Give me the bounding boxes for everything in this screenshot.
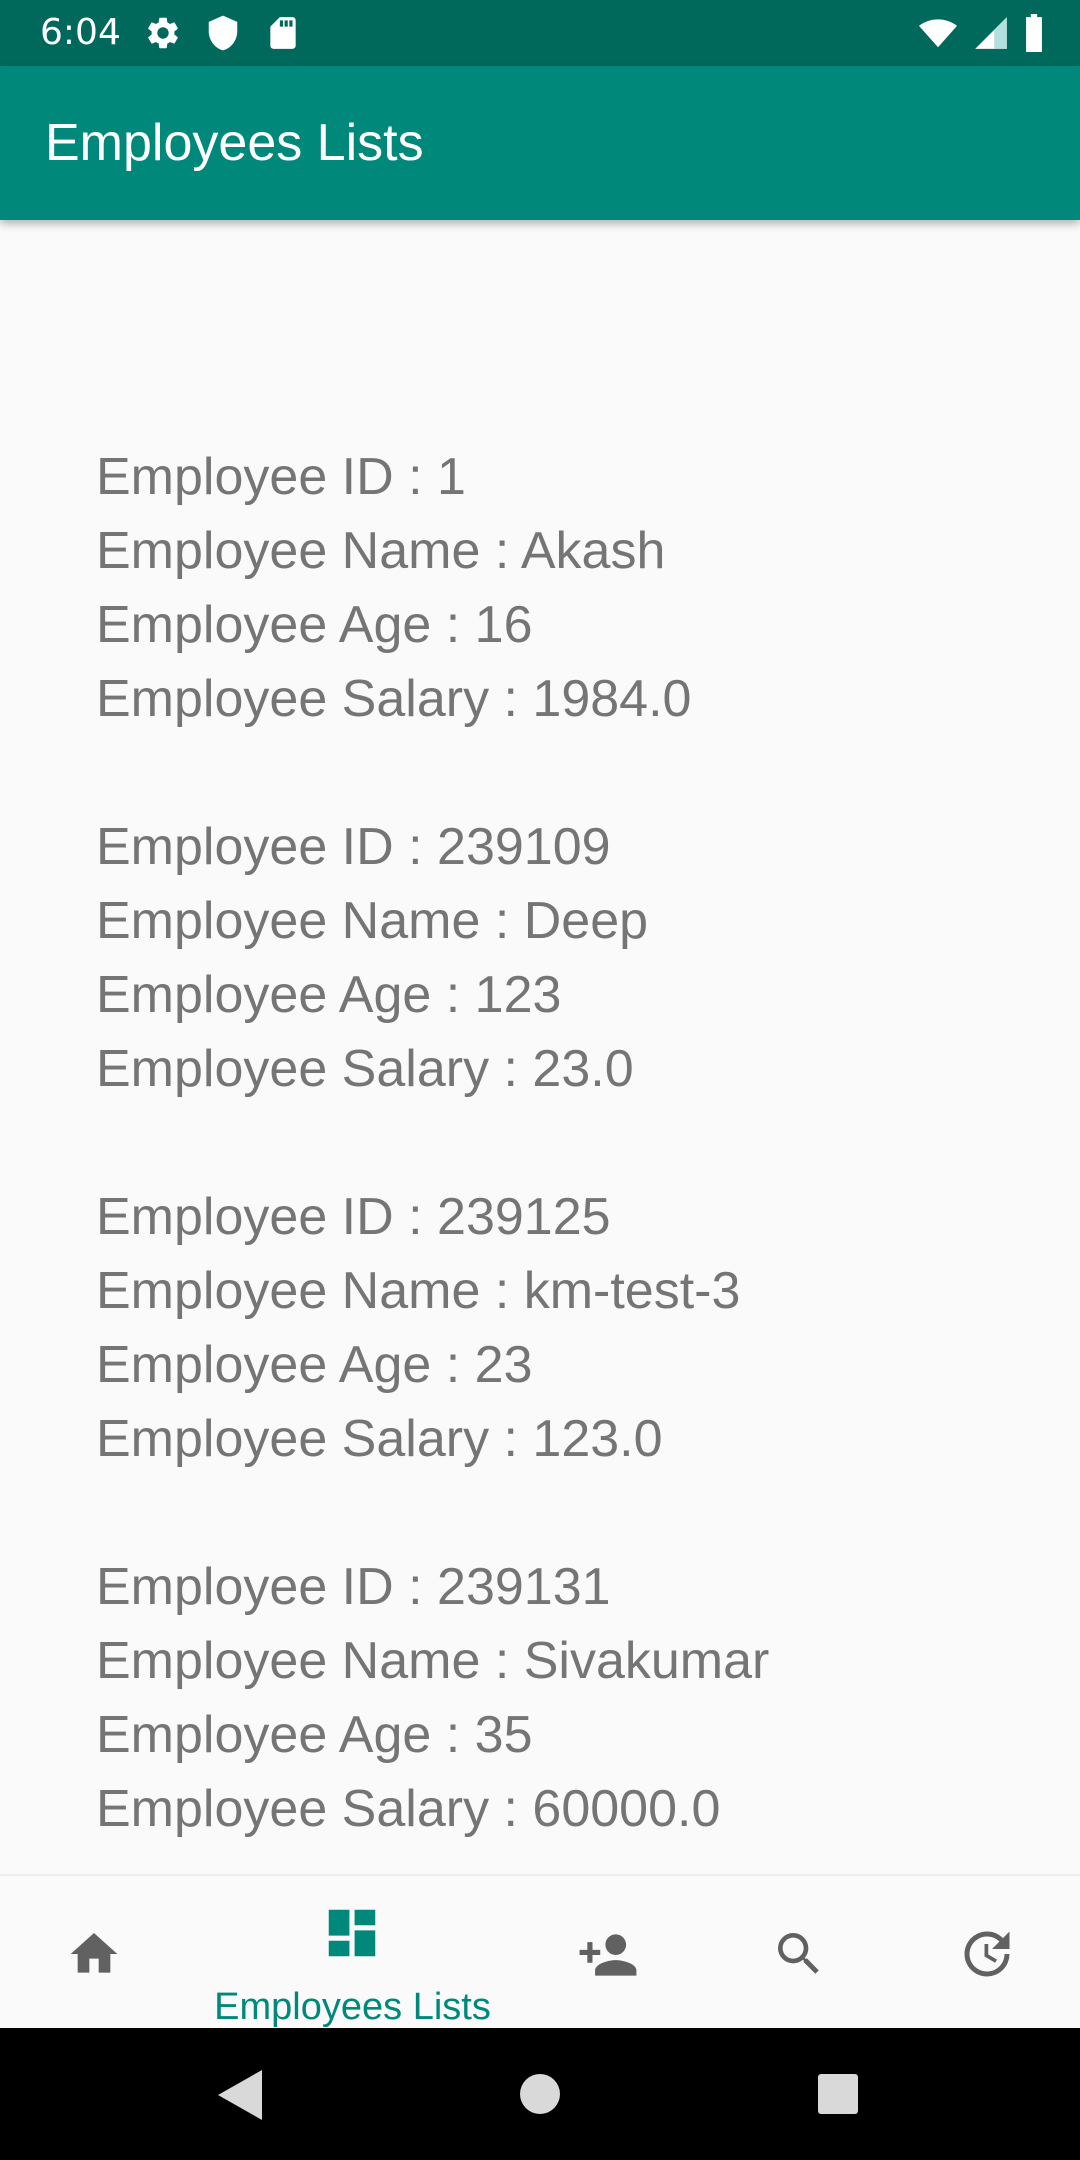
- app-bar: Employees Lists: [0, 66, 1080, 220]
- employee-age: Employee Age : 123: [96, 966, 562, 1024]
- employee-entry: Employee ID : 239125 Employee Name : km-…: [96, 1180, 1056, 1476]
- home-circle-icon[interactable]: [520, 2074, 560, 2114]
- employee-id: Employee ID : 239125: [96, 1188, 611, 1246]
- dashboard-icon: [328, 1909, 376, 1957]
- recents-icon[interactable]: [818, 2074, 858, 2114]
- nav-home[interactable]: [0, 1876, 190, 2030]
- employee-entry: Employee ID : 239131 Employee Name : Siv…: [96, 1550, 1056, 1846]
- shield-icon: [208, 15, 238, 51]
- employee-age: Employee Age : 35: [96, 1706, 533, 1764]
- search-icon: [778, 1933, 819, 1974]
- signal-icon: [975, 17, 1007, 49]
- employee-name: Employee Name : Deep: [96, 892, 649, 950]
- employee-age: Employee Age : 23: [96, 1336, 533, 1394]
- employee-salary: Employee Salary : 60000.0: [96, 1780, 721, 1838]
- employee-entry: Employee ID : 1 Employee Name : Akash Em…: [96, 440, 1056, 736]
- bottom-navigation: Employees Lists: [0, 1874, 1080, 2030]
- nav-label-employees-lists: Employees Lists: [214, 1986, 491, 2028]
- sd-card-icon: [270, 17, 296, 49]
- wifi-icon: [919, 19, 957, 48]
- nav-employees-lists[interactable]: Employees Lists: [190, 1876, 515, 2030]
- status-right-icons: [916, 14, 1046, 52]
- employee-name: Employee Name : Sivakumar: [96, 1632, 770, 1690]
- employee-name: Employee Name : km-test-3: [96, 1262, 741, 1320]
- employee-name: Employee Name : Akash: [96, 522, 666, 580]
- status-bar: 6:04: [0, 0, 1080, 66]
- employee-id: Employee ID : 239109: [96, 818, 611, 876]
- employee-entry: Employee ID : 239109 Employee Name : Dee…: [96, 810, 1056, 1106]
- employee-id: Employee ID : 239131: [96, 1558, 611, 1616]
- nav-search[interactable]: [705, 1876, 895, 2030]
- employee-list: Employee ID : 1 Employee Name : Akash Em…: [96, 440, 1056, 1920]
- system-navigation-bar: [0, 2028, 1080, 2160]
- status-left-icons: [144, 14, 302, 52]
- battery-icon: [1026, 14, 1042, 52]
- page-title: Employees Lists: [45, 114, 424, 172]
- person-add-icon: [579, 1934, 637, 1976]
- status-time: 6:04: [40, 12, 121, 53]
- restore-icon: [964, 1931, 1010, 1977]
- employee-id: Employee ID : 1: [96, 448, 466, 506]
- employee-age: Employee Age : 16: [96, 596, 533, 654]
- nav-add-employee[interactable]: [515, 1876, 705, 2030]
- employee-salary: Employee Salary : 23.0: [96, 1040, 634, 1098]
- home-icon: [70, 1933, 118, 1973]
- back-icon[interactable]: [218, 2070, 262, 2120]
- employee-salary: Employee Salary : 123.0: [96, 1410, 663, 1468]
- gear-icon: [148, 17, 178, 49]
- nav-history[interactable]: [895, 1876, 1080, 2030]
- employee-salary: Employee Salary : 1984.0: [96, 670, 692, 728]
